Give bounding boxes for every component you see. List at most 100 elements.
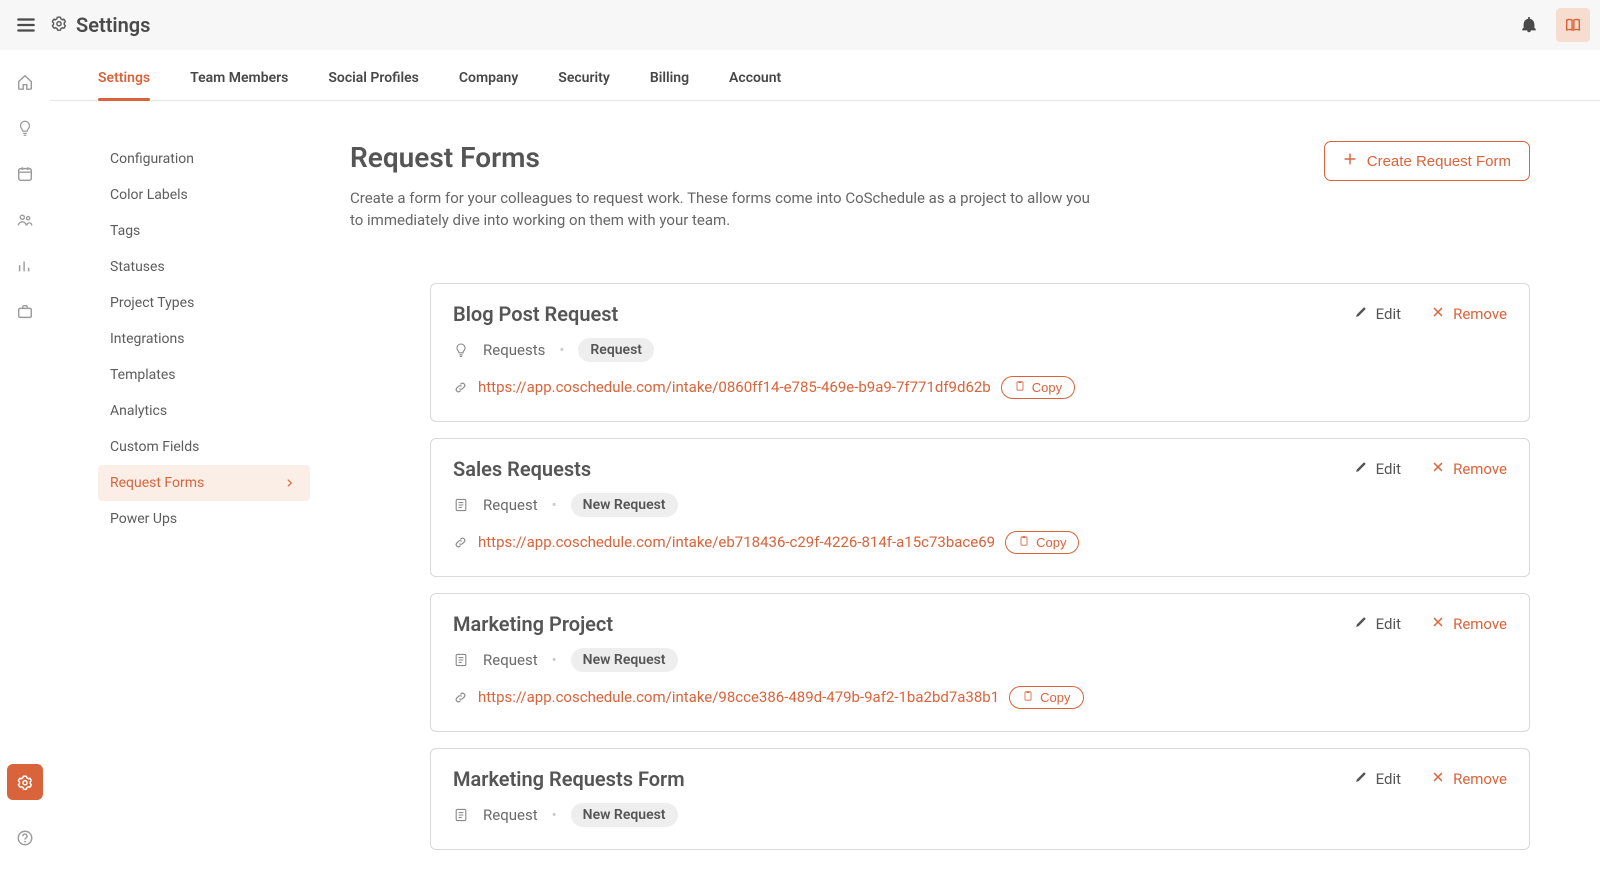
tab-billing[interactable]: Billing — [650, 70, 689, 100]
sidebar-item-power-ups[interactable]: Power Ups — [98, 501, 310, 537]
link-icon — [453, 690, 468, 705]
edit-button[interactable]: Edit — [1354, 770, 1401, 788]
chevron-right-icon — [284, 477, 296, 489]
edit-label: Edit — [1376, 770, 1401, 788]
copy-button[interactable]: Copy — [1005, 531, 1079, 554]
sidebar-item-label: Project Types — [110, 295, 194, 311]
sidebar-item-label: Custom Fields — [110, 439, 199, 455]
request-form-card: Blog Post Request Edit Remove Requests • Requ… — [430, 283, 1530, 422]
sidebar-item-label: Analytics — [110, 403, 167, 419]
tab-team-members[interactable]: Team Members — [190, 70, 288, 100]
sidebar-item-label: Templates — [110, 367, 176, 383]
edit-button[interactable]: Edit — [1354, 460, 1401, 478]
form-badge: Request — [578, 338, 654, 362]
copy-label: Copy — [1036, 535, 1066, 550]
forms-list: Blog Post Request Edit Remove Requests • Requ… — [350, 283, 1530, 878]
rail-help[interactable] — [7, 820, 43, 856]
hamburger-menu-icon[interactable] — [12, 11, 40, 39]
copy-label: Copy — [1032, 380, 1062, 395]
remove-button[interactable]: Remove — [1431, 460, 1507, 478]
app-rail — [0, 0, 50, 878]
note-icon — [453, 652, 469, 668]
edit-button[interactable]: Edit — [1354, 615, 1401, 633]
remove-label: Remove — [1453, 770, 1507, 788]
remove-label: Remove — [1453, 305, 1507, 323]
sidebar-item-label: Statuses — [110, 259, 165, 275]
form-url[interactable]: https://app.coschedule.com/intake/0860ff… — [478, 378, 991, 396]
form-card-title: Blog Post Request — [453, 302, 1324, 326]
tab-settings[interactable]: Settings — [98, 70, 150, 100]
close-icon — [1431, 305, 1445, 323]
settings-tabs: Settings Team Members Social Profiles Compa… — [50, 50, 1600, 101]
guide-button[interactable] — [1556, 8, 1590, 42]
remove-button[interactable]: Remove — [1431, 305, 1507, 323]
remove-button[interactable]: Remove — [1431, 770, 1507, 788]
create-button-label: Create Request Form — [1367, 153, 1511, 170]
separator-dot: • — [552, 496, 557, 514]
remove-button[interactable]: Remove — [1431, 615, 1507, 633]
form-card-title: Marketing Project — [453, 612, 1324, 636]
note-icon — [453, 497, 469, 513]
request-form-card: Sales RequestsEditRemoveRequest•New Requ… — [430, 438, 1530, 577]
edit-label: Edit — [1376, 460, 1401, 478]
pencil-icon — [1354, 770, 1368, 788]
sidebar-item-project-types[interactable]: Project Types — [98, 285, 310, 321]
tab-security[interactable]: Security — [558, 70, 610, 100]
sidebar-item-label: Color Labels — [110, 187, 188, 203]
remove-label: Remove — [1453, 460, 1507, 478]
tab-company[interactable]: Company — [459, 70, 518, 100]
sidebar-item-label: Configuration — [110, 151, 194, 167]
sidebar-item-custom-fields[interactable]: Custom Fields — [98, 429, 310, 465]
edit-label: Edit — [1376, 305, 1401, 323]
sidebar-item-label: Tags — [110, 223, 140, 239]
rail-calendar[interactable] — [7, 156, 43, 192]
rail-assets[interactable] — [7, 294, 43, 330]
rail-analytics[interactable] — [7, 248, 43, 284]
rail-home[interactable] — [7, 64, 43, 100]
form-type-text: Request — [483, 651, 538, 669]
create-request-form-button[interactable]: Create Request Form — [1324, 141, 1530, 181]
top-header: Settings — [0, 0, 1600, 50]
sidebar-item-statuses[interactable]: Statuses — [98, 249, 310, 285]
notifications-button[interactable] — [1512, 8, 1546, 42]
clipboard-icon — [1018, 535, 1030, 550]
plus-icon — [1343, 152, 1357, 170]
remove-label: Remove — [1453, 615, 1507, 633]
form-url[interactable]: https://app.coschedule.com/intake/98cce3… — [478, 688, 999, 706]
clipboard-icon — [1022, 690, 1034, 705]
copy-label: Copy — [1040, 690, 1070, 705]
form-type-text: Request — [483, 806, 538, 824]
form-card-title: Marketing Requests Form — [453, 767, 1324, 791]
copy-button[interactable]: Copy — [1009, 686, 1083, 709]
request-forms-panel: Request Forms Create a form for your col… — [310, 101, 1600, 878]
rail-settings[interactable] — [7, 764, 43, 800]
sidebar-item-color-labels[interactable]: Color Labels — [98, 177, 310, 213]
gear-icon — [50, 14, 68, 36]
sidebar-item-integrations[interactable]: Integrations — [98, 321, 310, 357]
rail-team[interactable] — [7, 202, 43, 238]
clipboard-icon — [1014, 380, 1026, 395]
form-type-text: Requests — [483, 341, 545, 359]
request-form-card: Marketing Requests Form Edit Remove Request… — [430, 748, 1530, 850]
note-icon — [453, 807, 469, 823]
close-icon — [1431, 770, 1445, 788]
sidebar-item-templates[interactable]: Templates — [98, 357, 310, 393]
edit-button[interactable]: Edit — [1354, 305, 1401, 323]
sidebar-item-label: Power Ups — [110, 511, 177, 527]
page-title: Settings — [76, 13, 150, 37]
sidebar-item-analytics[interactable]: Analytics — [98, 393, 310, 429]
request-form-card: Marketing ProjectEditRemoveRequest•New R… — [430, 593, 1530, 732]
separator-dot: • — [559, 341, 564, 359]
pencil-icon — [1354, 305, 1368, 323]
separator-dot: • — [552, 651, 557, 669]
tab-account[interactable]: Account — [729, 70, 781, 100]
sidebar-item-tags[interactable]: Tags — [98, 213, 310, 249]
edit-label: Edit — [1376, 615, 1401, 633]
sidebar-item-configuration[interactable]: Configuration — [98, 141, 310, 177]
form-url[interactable]: https://app.coschedule.com/intake/eb7184… — [478, 533, 995, 551]
sidebar-item-request-forms[interactable]: Request Forms — [98, 465, 310, 501]
tab-social-profiles[interactable]: Social Profiles — [328, 70, 419, 100]
close-icon — [1431, 615, 1445, 633]
copy-button[interactable]: Copy — [1001, 376, 1075, 399]
rail-ideas[interactable] — [7, 110, 43, 146]
